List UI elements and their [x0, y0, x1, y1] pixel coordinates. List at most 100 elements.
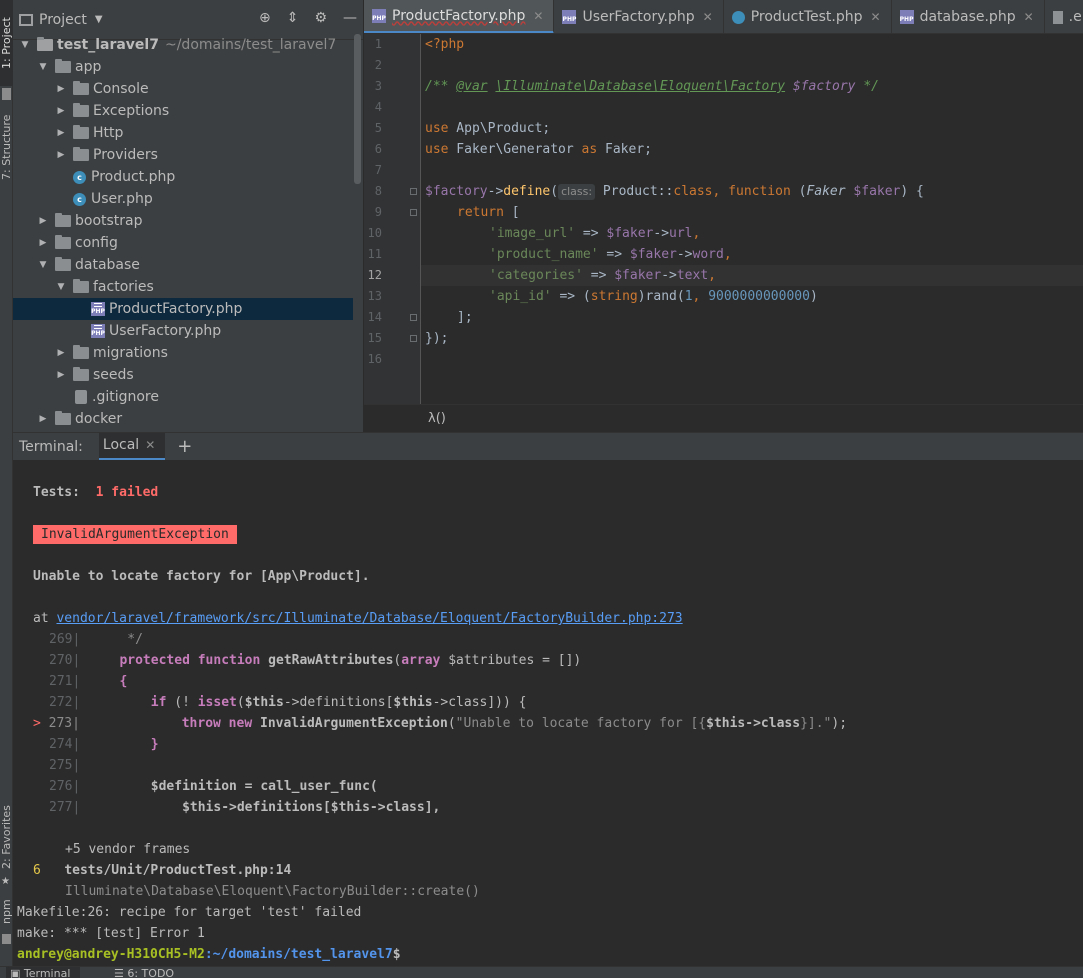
collapse-arrow-icon[interactable]: ▶: [55, 150, 67, 160]
editor-tab[interactable]: PHP database.php ✕: [892, 0, 1045, 33]
php-class-icon: [731, 10, 745, 24]
snippet-line-274: 274| }: [49, 737, 159, 752]
favorites-tool-tab[interactable]: 2: Favorites: [0, 790, 13, 884]
fold-marker-icon[interactable]: [410, 335, 417, 342]
snippet-line-273: > 273| throw new InvalidArgumentExceptio…: [33, 716, 848, 731]
tree-item[interactable]: ▶ config: [13, 232, 353, 254]
line-number: 3: [374, 79, 382, 93]
code-line-10: 'image_url' => $faker->url,: [489, 226, 701, 241]
close-icon[interactable]: ✕: [703, 10, 713, 24]
locate-icon[interactable]: ⊕: [259, 10, 271, 26]
snippet-line-276: 276| $definition = call_user_func(: [49, 779, 378, 794]
tree-item-label: Console: [93, 81, 149, 97]
hide-icon[interactable]: —: [343, 10, 357, 26]
editor-tab[interactable]: .env: [1045, 0, 1083, 33]
collapse-arrow-icon[interactable]: ▶: [55, 106, 67, 116]
npm-tool-tab[interactable]: npm: [0, 892, 13, 932]
code-editor[interactable]: <?php /** @var \Illuminate\Database\Eloq…: [420, 34, 1083, 404]
close-icon[interactable]: ✕: [533, 9, 543, 23]
new-terminal-icon[interactable]: +: [177, 436, 192, 457]
tree-item[interactable]: ▶PHPUserFactory.php: [13, 320, 353, 342]
expand-arrow-icon[interactable]: ▼: [37, 62, 49, 72]
collapse-arrow-icon[interactable]: ▶: [55, 128, 67, 138]
editor-tab[interactable]: PHP UserFactory.php ✕: [554, 0, 724, 33]
folder-icon: [55, 411, 71, 425]
collapse-arrow-icon[interactable]: ▶: [55, 348, 67, 358]
gear-icon[interactable]: ⚙: [314, 10, 327, 26]
collapse-arrow-icon[interactable]: ▶: [37, 414, 49, 424]
terminal-output[interactable]: Tests: 1 failed InvalidArgumentException…: [13, 460, 1083, 966]
line-number: 16: [367, 352, 382, 366]
tree-item-label: Exceptions: [93, 103, 170, 119]
close-icon[interactable]: ✕: [871, 10, 881, 24]
exception-location: at vendor/laravel/framework/src/Illumina…: [33, 611, 683, 626]
expand-arrow-icon[interactable]: ▼: [19, 40, 31, 50]
tree-item-label: config: [75, 235, 118, 251]
tree-item[interactable]: ▶ migrations: [13, 342, 353, 364]
expand-arrow-icon[interactable]: ▼: [55, 282, 67, 292]
close-icon[interactable]: ✕: [145, 438, 155, 452]
terminal-header: Terminal: Local ✕ +: [13, 432, 1083, 461]
terminal-icon: ▣: [10, 967, 24, 978]
project-view-title[interactable]: Project: [39, 12, 87, 28]
tree-item[interactable]: ▼ app: [13, 56, 353, 78]
editor-tab[interactable]: PHP ProductFactory.php ✕: [364, 0, 555, 33]
tree-item[interactable]: ▶ seeds: [13, 364, 353, 386]
collapse-arrow-icon[interactable]: ▶: [55, 84, 67, 94]
fold-marker-icon[interactable]: [410, 188, 417, 195]
expand-arrow-icon[interactable]: ▼: [37, 260, 49, 270]
tree-item[interactable]: ▶cProduct.php: [13, 166, 353, 188]
editor-gutter: 1 2 3 4 5 6 7 8 9 10 11 12 13 14 15 16: [364, 34, 420, 404]
code-line-11: 'product_name' => $faker->word,: [489, 247, 732, 262]
folder-icon: [73, 367, 89, 381]
tree-item-label: factories: [93, 279, 154, 295]
fold-marker-icon[interactable]: [410, 209, 417, 216]
tree-item[interactable]: ▶cUser.php: [13, 188, 353, 210]
line-number: 6: [374, 142, 382, 156]
terminal-tool-button[interactable]: ▣ Terminal: [6, 967, 81, 978]
tree-item[interactable]: ▶ Exceptions: [13, 100, 353, 122]
chevron-down-icon[interactable]: ▼: [95, 14, 103, 25]
collapse-all-icon[interactable]: ⇕: [287, 10, 299, 26]
folder-icon: [37, 37, 53, 51]
collapse-arrow-icon[interactable]: ▶: [37, 238, 49, 248]
project-tree: ▼ test_laravel7 ~/domains/test_laravel7 ▼ ap…: [13, 34, 353, 430]
folder-icon: [73, 81, 89, 95]
terminal-tab-local[interactable]: Local ✕: [98, 432, 166, 461]
tree-item[interactable]: ▼ factories: [13, 276, 353, 298]
left-tool-strip: 1: Project 7: Structure 2: Favorites ★ n…: [0, 0, 13, 966]
code-line-9: return [: [457, 205, 520, 220]
editor-breadcrumb[interactable]: λ(): [364, 404, 1083, 432]
todo-icon: ☰: [114, 967, 128, 978]
vendor-frames: +5 vendor frames: [65, 842, 191, 857]
tree-item[interactable]: ▶PHPProductFactory.php: [13, 298, 353, 320]
source-file-link[interactable]: vendor/laravel/framework/src/Illuminate/…: [56, 611, 682, 626]
structure-icon: [2, 88, 11, 100]
folder-icon: [73, 125, 89, 139]
collapse-arrow-icon[interactable]: ▶: [37, 216, 49, 226]
editor-tab[interactable]: ProductTest.php ✕: [724, 0, 892, 33]
project-view-icon: [19, 13, 33, 26]
close-icon[interactable]: ✕: [1024, 10, 1034, 24]
editor-tab-label: database.php: [919, 9, 1016, 25]
folder-icon: [73, 279, 89, 293]
project-panel: Project ▼ ⊕ ⇕ ⚙ — ▼ test_laravel7 ~/domain…: [13, 0, 363, 432]
terminal-tab-label: Local: [102, 437, 140, 453]
project-tool-tab[interactable]: 1: Project: [0, 0, 13, 86]
tree-item[interactable]: ▶ Console: [13, 78, 353, 100]
line-number: 13: [367, 289, 382, 303]
tree-item[interactable]: ▶ docker: [13, 408, 353, 430]
collapse-arrow-icon[interactable]: ▶: [55, 370, 67, 380]
tree-item-label: app: [75, 59, 102, 75]
structure-tool-tab[interactable]: 7: Structure: [0, 102, 13, 192]
fold-marker-icon[interactable]: [410, 314, 417, 321]
tree-item[interactable]: ▼ database: [13, 254, 353, 276]
todo-tool-button[interactable]: ☰ 6: TODO: [114, 967, 174, 978]
tree-item[interactable]: ▶ Providers: [13, 144, 353, 166]
tree-item[interactable]: ▶ bootstrap: [13, 210, 353, 232]
tree-item[interactable]: ▼ test_laravel7 ~/domains/test_laravel7: [13, 34, 353, 56]
tree-item[interactable]: ▶ Http: [13, 122, 353, 144]
tree-item[interactable]: ▶.gitignore: [13, 386, 353, 408]
snippet-line-277: 277| $this->definitions[$this->class],: [49, 800, 441, 815]
line-number: 4: [374, 100, 382, 114]
